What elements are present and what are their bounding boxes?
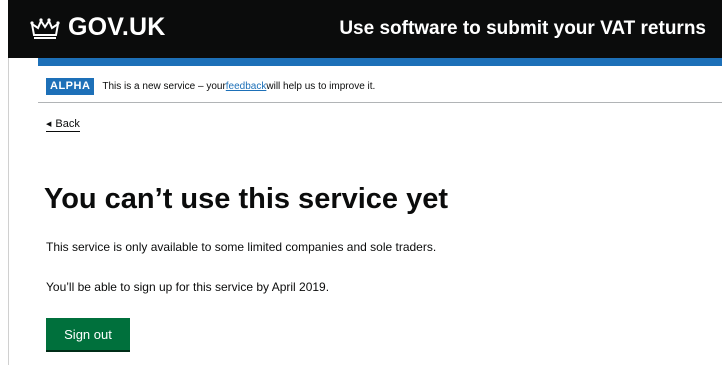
phase-banner: ALPHA This is a new service – your feedb… — [46, 76, 722, 96]
phase-banner-text-after: will help us to improve it. — [266, 80, 376, 92]
service-name-link[interactable]: Use software to submit your VAT returns — [339, 18, 706, 40]
sign-out-button[interactable]: Sign out — [46, 318, 130, 350]
back-arrow-icon: ◀ — [46, 121, 52, 128]
header-accent-bar — [38, 58, 722, 66]
phase-tag: ALPHA — [46, 77, 95, 95]
page: GOV.UK Use software to submit your VAT r… — [0, 0, 722, 365]
logo-text: GOV.UK — [68, 13, 166, 41]
feedback-link[interactable]: feedback — [226, 81, 267, 92]
back-link[interactable]: ◀ Back — [46, 118, 80, 132]
body-text-availability: This service is only available to some l… — [46, 240, 437, 254]
crown-icon — [30, 17, 60, 39]
phase-banner-divider — [38, 102, 722, 103]
page-left-border — [8, 58, 9, 365]
phase-banner-text-before: This is a new service – your — [102, 80, 226, 92]
page-title: You can’t use this service yet — [44, 183, 449, 215]
header: GOV.UK Use software to submit your VAT r… — [8, 0, 722, 58]
body-text-signup-date: You’ll be able to sign up for this servi… — [46, 280, 330, 294]
back-link-label: Back — [55, 118, 80, 130]
govuk-logo-link[interactable]: GOV.UK — [30, 13, 166, 42]
